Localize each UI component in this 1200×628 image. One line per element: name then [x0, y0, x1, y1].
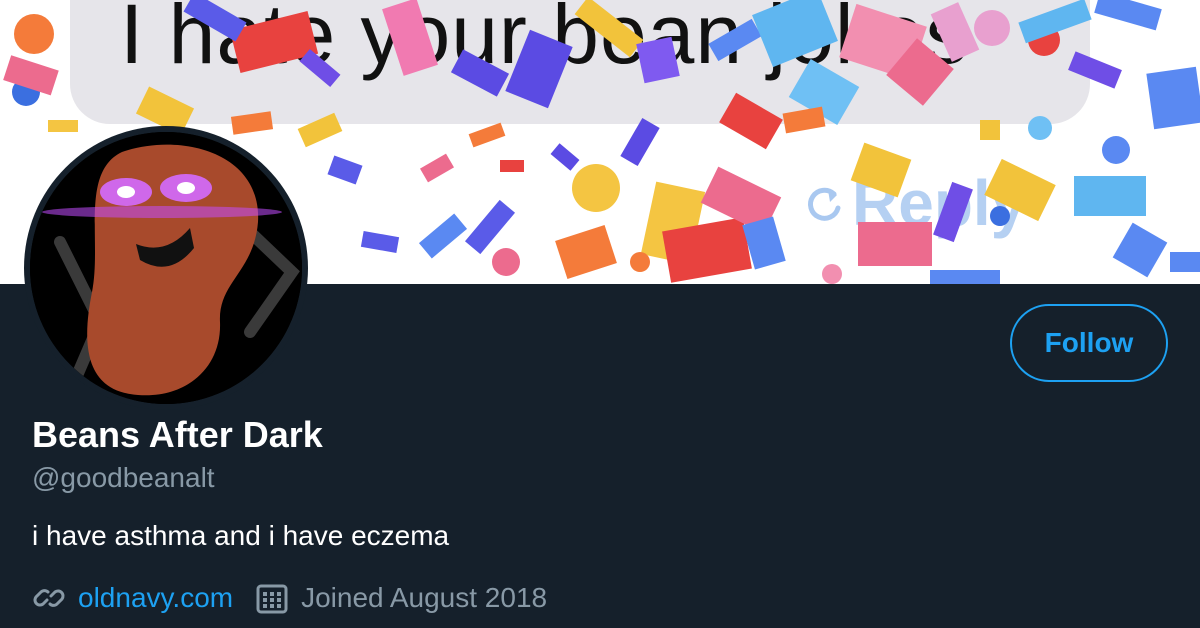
user-bio: i have asthma and i have eczema: [32, 520, 450, 551]
avatar-image: [30, 132, 302, 404]
profile-meta: oldnavy.com Joined August 2018: [32, 578, 547, 618]
bean-avatar-icon: [30, 132, 302, 404]
avatar[interactable]: [24, 126, 308, 410]
calendar-icon: [256, 584, 288, 614]
profile-page: I hate your bean jokes Reply: [0, 0, 1200, 628]
website-link[interactable]: oldnavy.com: [78, 582, 233, 614]
display-name: Beans After Dark: [32, 414, 323, 455]
link-icon: [33, 589, 65, 607]
follow-button[interactable]: Follow: [1010, 304, 1168, 382]
user-handle: @goodbeanalt: [32, 462, 215, 493]
joined-date: Joined August 2018: [301, 582, 548, 613]
